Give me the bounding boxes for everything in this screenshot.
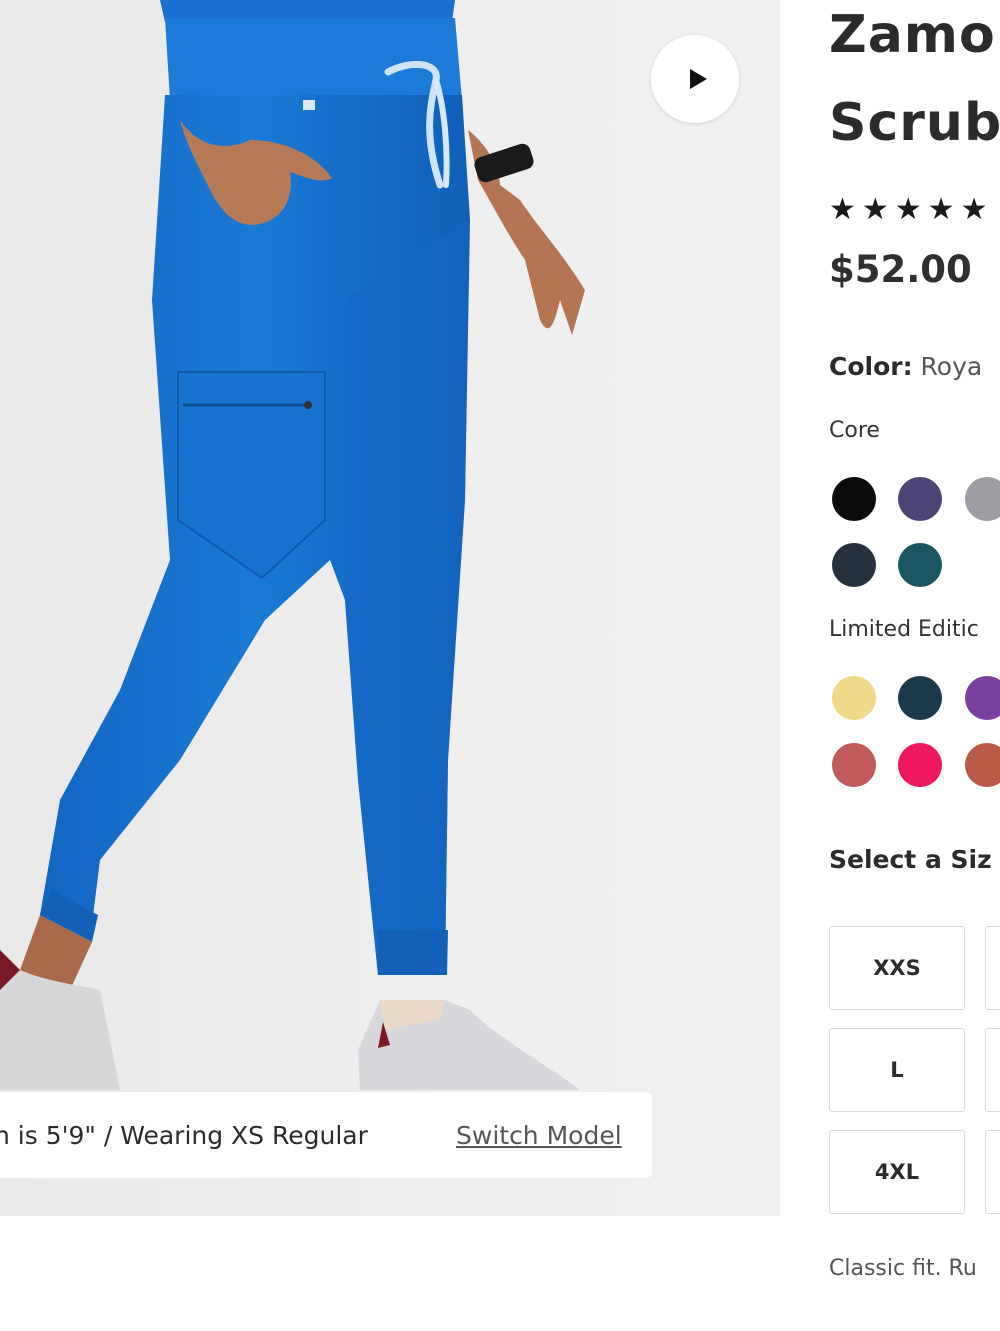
swatch-limited-2[interactable] [898,676,942,720]
swatch-core-2[interactable] [898,477,942,521]
swatch-limited-3[interactable] [965,676,1000,720]
size-button-xxs[interactable]: XXS [829,926,965,1010]
switch-model-link[interactable]: Switch Model [456,1121,622,1150]
swatch-limited-5[interactable] [898,743,942,787]
size-button-next-1[interactable] [985,926,1000,1010]
swatch-limited-4[interactable] [832,743,876,787]
core-colors-label: Core [829,418,880,443]
model-info-text: n is 5'9" / Wearing XS Regular [0,1120,368,1150]
product-title-line1: Zamo [829,5,996,65]
product-price: $52.00 [829,248,972,291]
play-icon [689,69,707,89]
swatch-limited-1[interactable] [832,676,876,720]
product-title-line2: Scrub [829,93,1000,153]
product-image: n is 5'9" / Wearing XS Regular Switch Mo… [0,0,780,1216]
swatch-core-1[interactable] [832,477,876,521]
color-selection: Color: Roya [829,352,982,381]
size-button-next-2[interactable] [985,1028,1000,1112]
size-button-l[interactable]: L [829,1028,965,1112]
size-button-next-3[interactable] [985,1130,1000,1214]
model-info-bar: n is 5'9" / Wearing XS Regular Switch Mo… [0,1092,652,1178]
color-value: Roya [920,352,983,381]
fit-description: Classic fit. Ru [829,1256,977,1281]
limited-edition-label: Limited Editic [829,617,979,642]
size-button-4xl[interactable]: 4XL [829,1130,965,1214]
product-details: Zamo Scrub ★★★★★ $52.00 Color: Roya Core… [829,0,1000,1331]
swatch-core-5[interactable] [898,543,942,587]
play-video-button[interactable] [651,35,739,123]
select-size-label: Select a Siz [829,845,992,874]
swatch-limited-6[interactable] [965,743,1000,787]
pants-illustration [0,0,780,1216]
swatch-core-3[interactable] [965,477,1000,521]
rating-stars[interactable]: ★★★★★ [829,192,993,227]
swatch-core-4[interactable] [832,543,876,587]
color-label: Color: [829,352,913,381]
